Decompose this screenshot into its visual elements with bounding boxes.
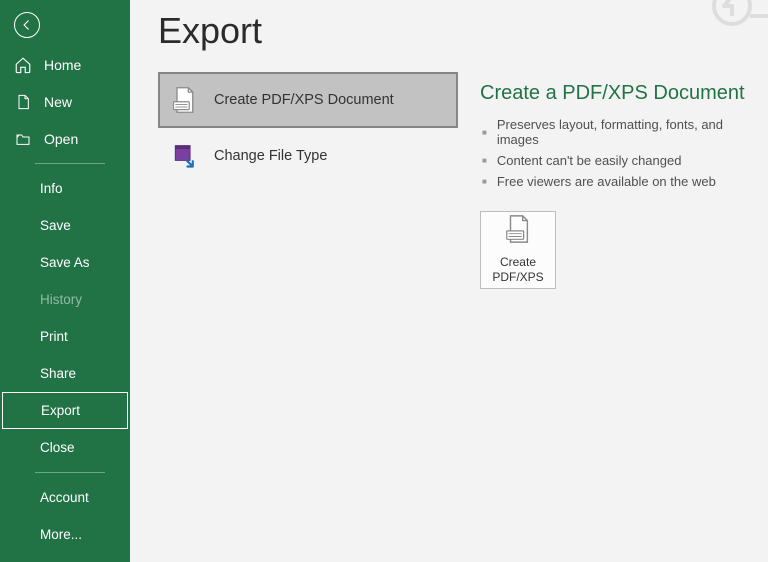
sidebar-item-print[interactable]: Print bbox=[0, 318, 130, 355]
sidebar-item-info[interactable]: Info bbox=[0, 170, 130, 207]
sidebar-item-home[interactable]: Home bbox=[0, 46, 130, 83]
sidebar-divider bbox=[35, 163, 105, 164]
sidebar-item-save[interactable]: Save bbox=[0, 207, 130, 244]
option-label: Create PDF/XPS Document bbox=[214, 92, 394, 108]
sidebar-item-label: Info bbox=[40, 181, 63, 196]
sidebar-item-label: Open bbox=[44, 131, 78, 147]
main-panel: Export Create PDF/XPS Document bbox=[130, 0, 768, 562]
pdf-document-icon bbox=[170, 86, 198, 114]
sidebar-item-label: Export bbox=[41, 403, 80, 418]
sidebar-item-label: Home bbox=[44, 57, 81, 73]
sidebar-item-label: Account bbox=[40, 490, 89, 505]
button-line2: PDF/XPS bbox=[492, 270, 543, 284]
create-pdf-xps-button[interactable]: Create PDF/XPS bbox=[480, 211, 556, 289]
open-icon bbox=[14, 131, 32, 147]
sidebar-item-label: Share bbox=[40, 366, 76, 381]
pdf-document-icon bbox=[503, 214, 533, 249]
sidebar-item-account[interactable]: Account bbox=[0, 479, 130, 516]
detail-bullet: Free viewers are available on the web bbox=[480, 174, 748, 189]
sidebar-item-history: History bbox=[0, 281, 130, 318]
sidebar-item-label: Save bbox=[40, 218, 71, 233]
sidebar-divider bbox=[35, 472, 105, 473]
detail-bullets: Preserves layout, formatting, fonts, and… bbox=[480, 117, 748, 189]
sidebar-item-export[interactable]: Export bbox=[2, 392, 128, 429]
detail-bullet: Content can't be easily changed bbox=[480, 153, 748, 168]
sidebar-item-open[interactable]: Open bbox=[0, 120, 130, 157]
option-change-file-type[interactable]: Change File Type bbox=[158, 128, 458, 184]
option-label: Change File Type bbox=[214, 148, 327, 164]
detail-title: Create a PDF/XPS Document bbox=[480, 82, 748, 105]
back-button[interactable] bbox=[14, 12, 40, 38]
sidebar-item-share[interactable]: Share bbox=[0, 355, 130, 392]
sidebar-item-label: Save As bbox=[40, 255, 90, 270]
sidebar-item-close[interactable]: Close bbox=[0, 429, 130, 466]
sidebar-item-new[interactable]: New bbox=[0, 83, 130, 120]
option-create-pdf-xps[interactable]: Create PDF/XPS Document bbox=[158, 72, 458, 128]
sidebar-item-label: History bbox=[40, 292, 82, 307]
page-title: Export bbox=[158, 10, 748, 52]
sidebar-item-label: Print bbox=[40, 329, 68, 344]
button-line1: Create bbox=[500, 255, 536, 269]
change-file-type-icon bbox=[170, 142, 198, 170]
sidebar-item-label: New bbox=[44, 94, 72, 110]
new-icon bbox=[14, 93, 32, 111]
detail-panel: Create a PDF/XPS Document Preserves layo… bbox=[458, 72, 748, 289]
sidebar-item-label: Close bbox=[40, 440, 75, 455]
sidebar-item-more[interactable]: More... bbox=[0, 516, 130, 553]
sidebar-item-saveas[interactable]: Save As bbox=[0, 244, 130, 281]
export-options: Create PDF/XPS Document Change File Type bbox=[158, 72, 458, 289]
backstage-sidebar: Home New Open Info Save Save As History bbox=[0, 0, 130, 562]
home-icon bbox=[14, 56, 32, 74]
detail-bullet: Preserves layout, formatting, fonts, and… bbox=[480, 117, 748, 147]
sidebar-item-label: More... bbox=[40, 527, 82, 542]
